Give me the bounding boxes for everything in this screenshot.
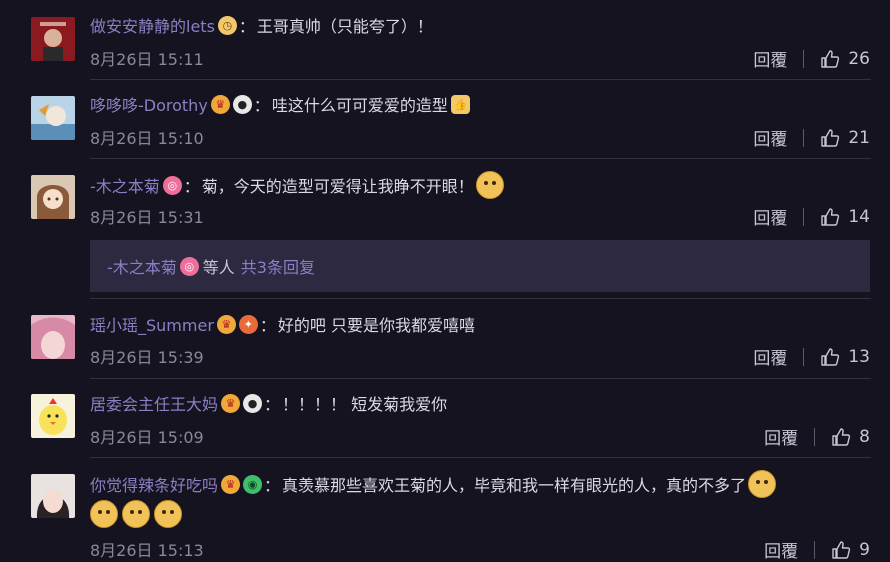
donut-icon: ◎ <box>179 256 199 276</box>
comment-date: 8月26日 15:13 <box>90 541 204 560</box>
comment-text: 好的吧 只要是你我都爱嘻嘻 <box>277 316 476 335</box>
avatar[interactable] <box>31 17 75 61</box>
comment-date: 8月26日 15:09 <box>90 428 204 447</box>
vip-badge-icon: ♛ <box>216 314 236 334</box>
replies-user[interactable]: -木之本菊 <box>107 254 177 278</box>
action-divider <box>803 128 805 147</box>
doge-emoji-icon <box>90 500 118 528</box>
replies-mid: 等人 <box>202 258 235 277</box>
divider <box>90 457 871 458</box>
thumbs-up-icon <box>832 540 851 559</box>
like-count: 21 <box>848 127 870 148</box>
action-divider <box>803 347 805 366</box>
divider <box>90 378 871 379</box>
separator: ： <box>253 96 270 115</box>
comment-header: 做安安静静的lets ◷ ： 王哥真帅（只能夸了）！ <box>90 13 433 37</box>
action-divider <box>814 540 816 559</box>
comment-header: 瑶小瑶_Summer ♛ ✦ ： 好的吧 只要是你我都爱嘻嘻 <box>90 312 475 336</box>
comment-actions: 回覆 26 <box>753 46 870 72</box>
comment-date: 8月26日 15:39 <box>90 348 204 367</box>
comment-header: 居委会主任王大妈 ♛ ● ： ！！！！ 短发菊我爱你 <box>90 391 447 415</box>
doge-emoji-icon <box>122 500 150 528</box>
comment-actions: 回覆 14 <box>753 204 870 230</box>
like-count: 14 <box>848 206 870 227</box>
action-divider <box>803 207 805 226</box>
doge-emoji-icon <box>154 500 182 528</box>
divider <box>90 298 871 299</box>
emoji-row <box>90 500 182 528</box>
replies-count-link[interactable]: 共3条回复 <box>241 254 315 278</box>
like-button[interactable]: 13 <box>820 347 870 367</box>
thumbs-up-emoji-icon: 👍 <box>450 94 470 114</box>
comment-text: 真羡慕那些喜欢王菊的人，毕竟和我一样有眼光的人，真的不多了 <box>282 476 747 495</box>
like-button[interactable]: 9 <box>831 540 870 560</box>
divider <box>90 158 871 159</box>
doge-emoji-icon <box>748 470 777 498</box>
reply-button[interactable]: 回覆 <box>753 344 787 369</box>
username[interactable]: 居委会主任王大妈 <box>90 391 218 415</box>
replies-summary[interactable]: -木之本菊 ◎ 等人 共3条回复 <box>90 240 870 292</box>
like-count: 26 <box>848 48 870 69</box>
thumbs-up-icon <box>821 207 840 226</box>
comment-header: 你觉得辣条好吃吗 ♛ ◉ ： 真羡慕那些喜欢王菊的人，毕竟和我一样有眼光的人，真… <box>90 470 777 498</box>
like-count: 13 <box>848 346 870 367</box>
username[interactable]: 你觉得辣条好吃吗 <box>90 472 218 496</box>
reply-button[interactable]: 回覆 <box>764 537 798 562</box>
avatar[interactable] <box>31 315 75 359</box>
like-button[interactable]: 14 <box>820 207 870 227</box>
separator: ： <box>264 395 281 414</box>
clock-icon: ◷ <box>217 15 237 35</box>
comment-actions: 回覆 9 <box>764 537 870 562</box>
comment-actions: 回覆 8 <box>764 424 870 450</box>
frog-icon: ◉ <box>243 474 263 494</box>
avatar[interactable] <box>31 474 75 518</box>
reply-button[interactable]: 回覆 <box>753 46 787 71</box>
comment-text: 王哥真帅（只能夸了）！ <box>256 17 433 36</box>
donut-icon: ◎ <box>162 175 182 195</box>
thumbs-up-icon <box>821 128 840 147</box>
comment-header: 哆哆哆-Dorothy ♛ ● ： 哇这什么可可爱爱的造型 👍 <box>90 92 470 116</box>
like-count: 9 <box>859 539 870 560</box>
avatar[interactable] <box>31 96 75 140</box>
like-button[interactable]: 21 <box>820 128 870 148</box>
vip-badge-icon: ♛ <box>221 393 241 413</box>
comment-actions: 回覆 21 <box>753 125 870 151</box>
like-count: 8 <box>859 426 870 447</box>
thumbs-up-icon <box>821 347 840 366</box>
divider <box>90 79 871 80</box>
separator: ： <box>183 177 200 196</box>
username[interactable]: 做安安静静的lets <box>90 13 215 37</box>
avatar[interactable] <box>31 394 75 438</box>
comment-date: 8月26日 15:11 <box>90 50 204 69</box>
action-divider <box>803 49 805 68</box>
comment-date: 8月26日 15:10 <box>90 129 204 148</box>
username[interactable]: 哆哆哆-Dorothy <box>90 92 208 116</box>
comment-text: 哇这什么可可爱爱的造型 <box>271 96 448 115</box>
username[interactable]: 瑶小瑶_Summer <box>90 312 214 336</box>
thumbs-up-icon <box>821 49 840 68</box>
separator: ： <box>264 476 281 495</box>
comment-text: 菊，今天的造型可爱得让我睁不开眼！ <box>201 177 474 196</box>
comment-actions: 回覆 13 <box>753 344 870 370</box>
comment-date: 8月26日 15:31 <box>90 208 204 227</box>
comment-header: -木之本菊 ◎ ： 菊，今天的造型可爱得让我睁不开眼！ <box>90 171 504 199</box>
thumbs-up-icon <box>832 427 851 446</box>
panda-icon: ● <box>232 94 252 114</box>
vip-badge-icon: ♛ <box>210 94 230 114</box>
separator: ： <box>259 316 276 335</box>
like-button[interactable]: 26 <box>820 49 870 69</box>
separator: ： <box>238 17 255 36</box>
action-divider <box>814 427 816 446</box>
avatar[interactable] <box>31 175 75 219</box>
reply-button[interactable]: 回覆 <box>753 125 787 150</box>
reply-button[interactable]: 回覆 <box>764 424 798 449</box>
reply-button[interactable]: 回覆 <box>753 204 787 229</box>
like-button[interactable]: 8 <box>831 427 870 447</box>
balloon-icon: ✦ <box>238 314 258 334</box>
comment-text: ！！！！ 短发菊我爱你 <box>282 395 448 414</box>
vip-badge-icon: ♛ <box>221 474 241 494</box>
username[interactable]: -木之本菊 <box>90 173 160 197</box>
doge-emoji-icon <box>475 171 504 199</box>
panda-icon: ● <box>243 393 263 413</box>
